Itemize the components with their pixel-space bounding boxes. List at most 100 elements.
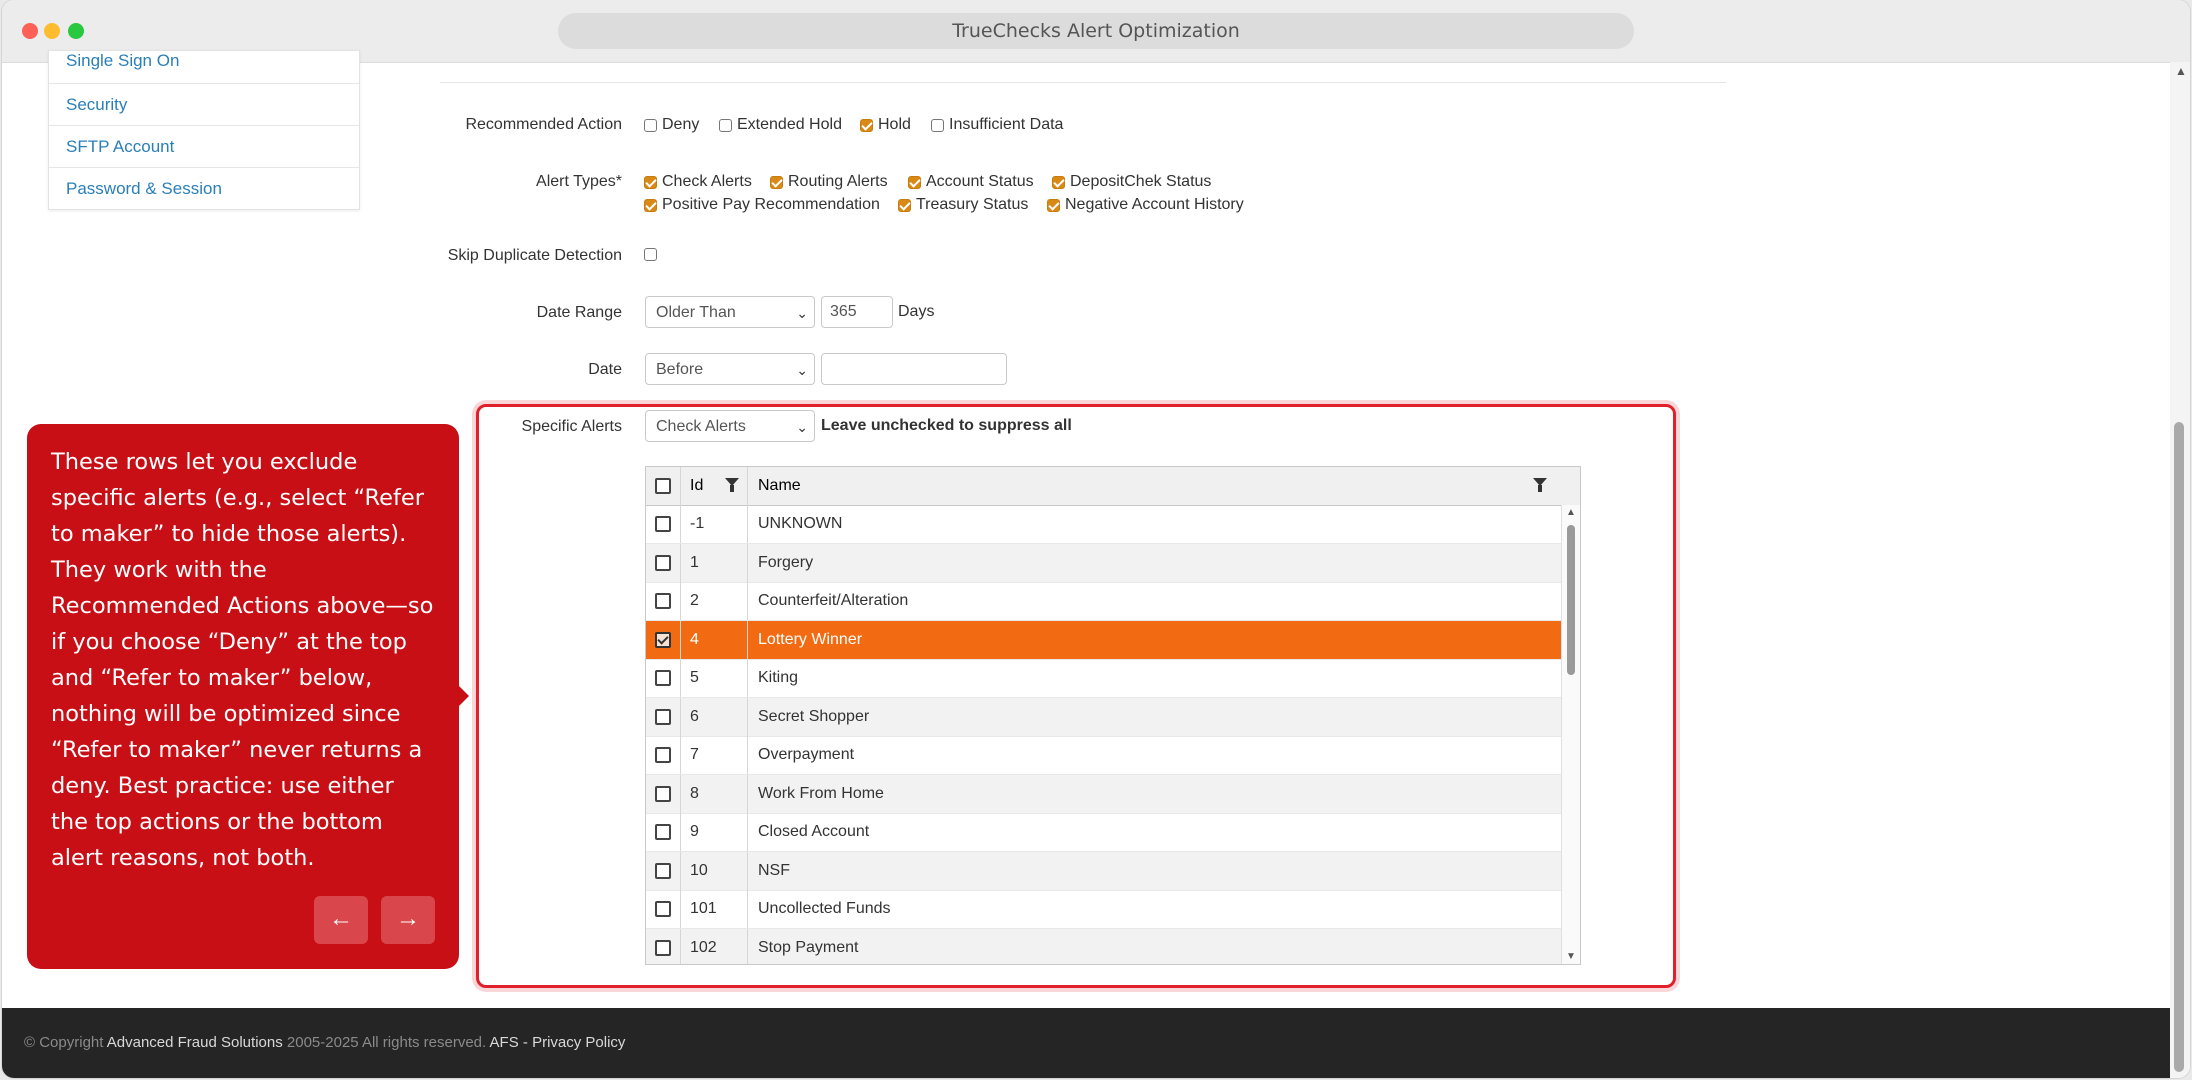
scroll-up-icon[interactable]: ▲ bbox=[2175, 64, 2187, 78]
checkbox-checked-icon[interactable] bbox=[898, 198, 911, 212]
sidebar-item-security[interactable]: Security bbox=[49, 83, 359, 125]
table-row[interactable]: 6 Secret Shopper bbox=[646, 697, 1562, 737]
skip-duplicate-checkbox[interactable] bbox=[644, 248, 662, 261]
alert-type-negative-account-history[interactable]: Negative Account History bbox=[1047, 196, 1244, 214]
row-checkbox[interactable] bbox=[655, 785, 671, 802]
table-row[interactable]: 7 Overpayment bbox=[646, 736, 1562, 775]
row-checkbox[interactable] bbox=[655, 824, 671, 840]
checkbox-icon[interactable] bbox=[644, 248, 657, 261]
row-name-cell: Uncollected Funds bbox=[748, 890, 891, 928]
row-id-cell: 1 bbox=[680, 543, 748, 582]
alert-type-routing-alerts[interactable]: Routing Alerts bbox=[770, 173, 888, 191]
tour-previous-button[interactable]: ← bbox=[314, 896, 368, 944]
sidebar-item-sftp-account[interactable]: SFTP Account bbox=[49, 125, 359, 167]
row-name-cell: Closed Account bbox=[748, 813, 869, 851]
checkbox-checked-icon[interactable] bbox=[1052, 175, 1065, 189]
scroll-down-icon[interactable]: ▼ bbox=[1566, 951, 1576, 962]
afs-link[interactable]: AFS bbox=[490, 1034, 519, 1051]
checkbox-icon[interactable] bbox=[931, 118, 944, 132]
table-row[interactable]: 5 Kiting bbox=[646, 659, 1562, 698]
row-checkbox[interactable] bbox=[655, 901, 671, 917]
checkbox-icon[interactable] bbox=[719, 118, 732, 132]
alert-type-check-alerts[interactable]: Check Alerts bbox=[644, 173, 752, 191]
row-id-cell: 9 bbox=[680, 813, 748, 851]
alert-type-treasury-status[interactable]: Treasury Status bbox=[898, 196, 1028, 214]
privacy-policy-link[interactable]: Privacy Policy bbox=[532, 1034, 625, 1051]
row-id-cell: 5 bbox=[680, 659, 748, 697]
row-checkbox[interactable] bbox=[655, 708, 671, 725]
name-header-label: Name bbox=[758, 477, 801, 494]
date-range-select[interactable]: Older Than ⌄ bbox=[645, 296, 815, 328]
row-name: Uncollected Funds bbox=[758, 900, 891, 917]
filter-icon[interactable] bbox=[1533, 478, 1547, 492]
action-insufficient-data-checkbox[interactable]: Insufficient Data bbox=[931, 116, 1063, 134]
table-row[interactable]: -1 UNKNOWN bbox=[646, 505, 1562, 544]
option-label: Insufficient Data bbox=[949, 116, 1064, 133]
tour-next-button[interactable]: → bbox=[381, 896, 435, 944]
sidebar-item-single-sign-on[interactable]: Single Sign On bbox=[49, 39, 359, 83]
date-range-days-input[interactable]: 365 bbox=[821, 296, 893, 328]
id-column-header[interactable]: Id bbox=[680, 467, 748, 505]
row-checkbox[interactable] bbox=[655, 862, 671, 879]
specific-alerts-select[interactable]: Check Alerts ⌄ bbox=[645, 410, 815, 442]
row-checkbox[interactable] bbox=[655, 516, 671, 532]
date-input[interactable] bbox=[821, 353, 1007, 385]
table-row[interactable]: 4 Lottery Winner bbox=[646, 620, 1562, 660]
action-hold-checkbox[interactable]: Hold bbox=[860, 116, 911, 134]
days-unit-label: Days bbox=[898, 303, 935, 320]
row-checkbox[interactable] bbox=[655, 670, 671, 686]
row-checkbox[interactable] bbox=[655, 939, 671, 956]
grid-scrollbar-thumb[interactable] bbox=[1567, 525, 1575, 675]
specific-alerts-selected: Check Alerts bbox=[656, 418, 746, 435]
table-row[interactable]: 102 Stop Payment bbox=[646, 928, 1562, 965]
row-name-cell: Kiting bbox=[748, 659, 798, 697]
alert-type-positive-pay[interactable]: Positive Pay Recommendation bbox=[644, 196, 880, 214]
specific-alerts-hint: Leave unchecked to suppress all bbox=[821, 417, 1072, 434]
row-checkbox[interactable] bbox=[655, 554, 671, 571]
row-select-cell bbox=[646, 813, 681, 851]
checkbox-checked-icon[interactable] bbox=[1047, 198, 1060, 212]
select-all-checkbox[interactable] bbox=[655, 478, 671, 494]
sidebar-item-password-session[interactable]: Password & Session bbox=[49, 167, 359, 209]
action-extended-hold-checkbox[interactable]: Extended Hold bbox=[719, 116, 842, 134]
checkbox-checked-icon[interactable] bbox=[644, 198, 657, 212]
id-header-label: Id bbox=[690, 477, 704, 494]
name-column-header[interactable]: Name bbox=[748, 467, 1572, 505]
row-id-cell: -1 bbox=[680, 505, 748, 543]
company-link[interactable]: Advanced Fraud Solutions bbox=[107, 1034, 283, 1051]
option-label: DepositChek Status bbox=[1070, 173, 1212, 190]
row-id: 4 bbox=[690, 630, 699, 648]
page-scrollbar[interactable]: ▲ bbox=[2170, 62, 2190, 1078]
checkbox-icon[interactable] bbox=[644, 118, 657, 132]
alert-type-account-status[interactable]: Account Status bbox=[908, 173, 1034, 191]
table-row[interactable]: 10 NSF bbox=[646, 851, 1562, 891]
table-row[interactable]: 101 Uncollected Funds bbox=[646, 890, 1562, 929]
checkbox-checked-icon[interactable] bbox=[644, 175, 657, 189]
action-deny-checkbox[interactable]: Deny bbox=[644, 116, 699, 134]
row-checkbox[interactable] bbox=[655, 631, 671, 648]
row-checkbox[interactable] bbox=[655, 747, 671, 763]
row-select-cell bbox=[646, 890, 681, 928]
alert-type-depositchek-status[interactable]: DepositChek Status bbox=[1052, 173, 1211, 191]
checkbox-checked-icon[interactable] bbox=[908, 175, 921, 189]
table-row[interactable]: 9 Closed Account bbox=[646, 813, 1562, 852]
grid-scrollbar[interactable]: ▲ ▼ bbox=[1561, 505, 1580, 964]
scroll-up-icon[interactable]: ▲ bbox=[1566, 507, 1576, 518]
minimize-window-button[interactable] bbox=[44, 23, 60, 39]
row-name: Kiting bbox=[758, 669, 799, 686]
filter-icon[interactable] bbox=[725, 478, 739, 492]
chevron-down-icon: ⌄ bbox=[796, 362, 808, 378]
table-row[interactable]: 1 Forgery bbox=[646, 543, 1562, 583]
close-window-button[interactable] bbox=[22, 23, 38, 39]
page-scrollbar-thumb[interactable] bbox=[2174, 422, 2184, 1072]
checkbox-checked-icon[interactable] bbox=[860, 118, 873, 132]
date-select[interactable]: Before ⌄ bbox=[645, 353, 815, 385]
row-name-cell: Stop Payment bbox=[748, 929, 859, 965]
table-row[interactable]: 8 Work From Home bbox=[646, 774, 1562, 814]
maximize-window-button[interactable] bbox=[68, 23, 84, 39]
table-row[interactable]: 2 Counterfeit/Alteration bbox=[646, 582, 1562, 621]
alert-types-label: Alert Types* bbox=[536, 173, 622, 190]
checkbox-checked-icon[interactable] bbox=[770, 175, 783, 189]
row-id: 101 bbox=[690, 900, 717, 917]
row-checkbox[interactable] bbox=[655, 593, 671, 609]
